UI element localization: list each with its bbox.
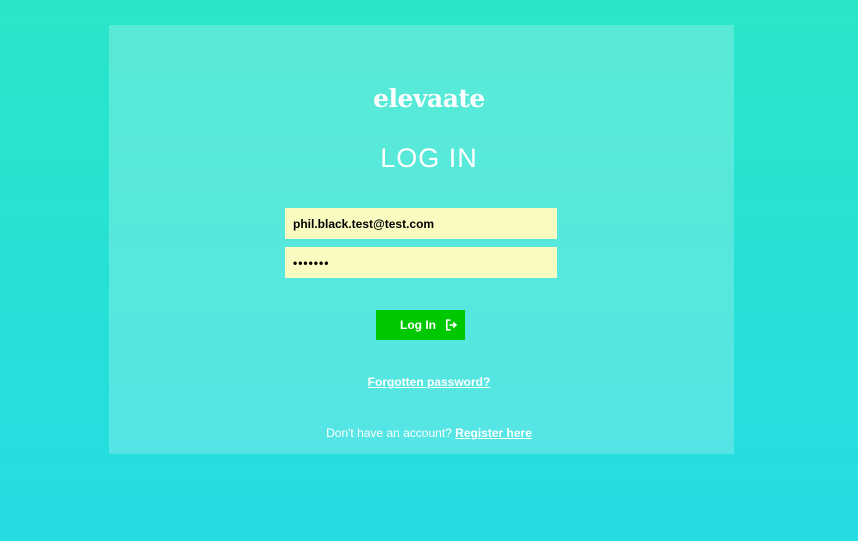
register-link[interactable]: Register here	[455, 426, 532, 440]
forgot-password-row: Forgotten password?	[0, 375, 858, 389]
login-button-label: Log In	[400, 318, 436, 332]
forgot-password-link[interactable]: Forgotten password?	[368, 375, 491, 389]
elevaate-logo: elevaate	[373, 84, 485, 113]
page-title: LOG IN	[380, 143, 478, 173]
password-field[interactable]	[285, 247, 557, 278]
register-prompt: Don't have an account?	[326, 426, 452, 440]
email-field[interactable]	[285, 208, 557, 239]
register-row: Don't have an account? Register here	[0, 426, 858, 440]
login-button[interactable]: Log In	[376, 310, 465, 340]
sign-in-icon	[446, 319, 458, 331]
